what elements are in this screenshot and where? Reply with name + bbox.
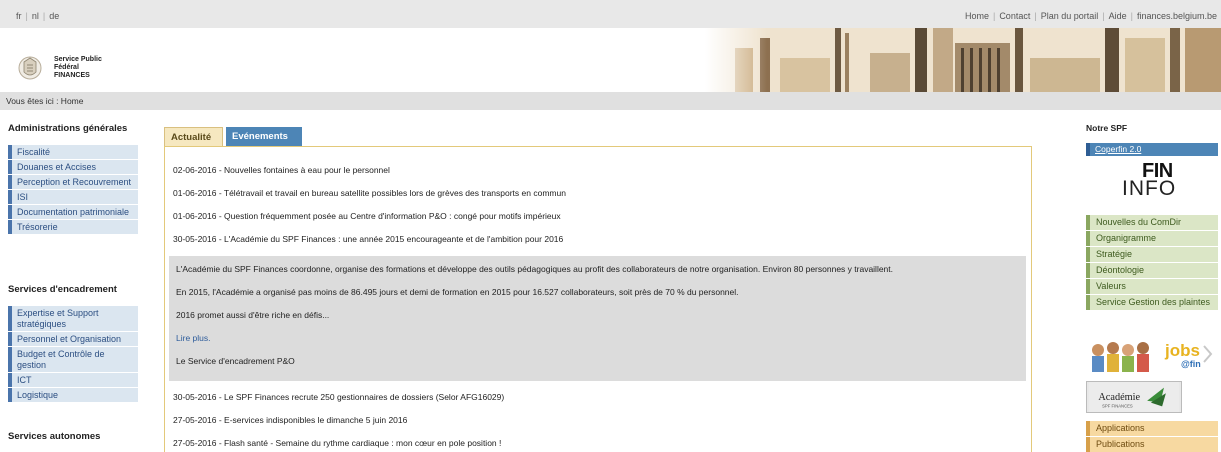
coperfin-link[interactable]: Coperfin 2.0 <box>1086 143 1218 156</box>
news-list: 02-06-2016 - Nouvelles fontaines à eau p… <box>173 165 1033 257</box>
nav-item-personnel[interactable]: Personnel et Organisation <box>8 332 138 346</box>
news-detail: L'Académie du SPF Finances coordonne, or… <box>169 256 1026 381</box>
link-organigramme[interactable]: Organigramme <box>1086 231 1218 246</box>
detail-paragraph-2: En 2015, l'Académie a organisé pas moins… <box>176 287 739 297</box>
detail-signature: Le Service d'encadrement P&O <box>176 356 295 366</box>
tab-actualite[interactable]: Actualité <box>164 127 223 146</box>
link-strategie[interactable]: Stratégie <box>1086 247 1218 262</box>
nav-item-isi[interactable]: ISI <box>8 190 138 204</box>
news-item[interactable]: 01-06-2016 - Question fréquemment posée … <box>173 211 1033 234</box>
nav-group-administrations: Fiscalité Douanes et Accises Perception … <box>8 145 138 235</box>
home-link[interactable]: Home <box>965 11 989 21</box>
nav-heading-autonomes: Services autonomes <box>8 431 101 442</box>
nav-item-tresorerie[interactable]: Trésorerie <box>8 220 138 234</box>
lang-nl[interactable]: nl <box>32 11 39 21</box>
logo-line-3: FINANCES <box>54 72 90 79</box>
link-publications[interactable]: Publications <box>1086 437 1218 452</box>
resource-links: Applications Publications <box>1086 421 1218 452</box>
nav-item-ict[interactable]: ICT <box>8 373 138 387</box>
academie-text: Académie <box>1098 392 1140 403</box>
nav-item-fiscalite[interactable]: Fiscalité <box>8 145 138 159</box>
spf-links: Nouvelles du ComDir Organigramme Stratég… <box>1086 215 1218 311</box>
logo-line-1: Service Public <box>54 56 102 63</box>
top-bar: fr | nl | de Home | Contact | Plan du portail | Ai… <box>0 0 1221 28</box>
academie-banner[interactable]: Académie SPF FINANCES <box>1086 381 1182 413</box>
lang-fr[interactable]: fr <box>16 11 22 21</box>
link-comdir[interactable]: Nouvelles du ComDir <box>1086 215 1218 230</box>
read-more-link[interactable]: Lire plus. <box>176 333 1019 356</box>
academie-sub-text: SPF FINANCES <box>1102 403 1133 408</box>
detail-paragraph-3: 2016 promet aussi d'être riche en défis.… <box>176 310 330 320</box>
nav-item-perception[interactable]: Perception et Recouvrement <box>8 175 138 189</box>
lang-de[interactable]: de <box>49 11 59 21</box>
nav-heading-administrations: Administrations générales <box>8 123 128 134</box>
news-item[interactable]: 02-06-2016 - Nouvelles fontaines à eau p… <box>173 165 1033 188</box>
jobs-text: jobs <box>1164 341 1200 360</box>
header: Service Public Fédéral FINANCES <box>0 28 1221 92</box>
top-links: Home | Contact | Plan du portail | Aide | financ… <box>964 11 1217 21</box>
help-link[interactable]: Aide <box>1109 11 1127 21</box>
link-deontologie[interactable]: Déontologie <box>1086 263 1218 278</box>
news-item[interactable]: 27-05-2016 - E-services indisponibles le… <box>173 415 1033 438</box>
header-banner-image <box>705 28 1221 92</box>
fininfo-info: INFO <box>1122 177 1177 200</box>
news-item[interactable]: 01-06-2016 - Télétravail et travail en b… <box>173 188 1033 211</box>
detail-paragraph-1: L'Académie du SPF Finances coordonne, or… <box>176 264 894 274</box>
link-plaintes[interactable]: Service Gestion des plaintes <box>1086 295 1218 310</box>
link-valeurs[interactable]: Valeurs <box>1086 279 1218 294</box>
fininfo-logo[interactable]: FIN INFO <box>1118 160 1198 206</box>
nav-item-douanes[interactable]: Douanes et Accises <box>8 160 138 174</box>
news-item[interactable]: 30-05-2016 - Le SPF Finances recrute 250… <box>173 392 1033 415</box>
language-switcher: fr | nl | de <box>16 11 60 21</box>
portal-link[interactable]: finances.belgium.be <box>1137 11 1217 21</box>
tab-evenements[interactable]: Evénements <box>226 127 302 146</box>
contact-link[interactable]: Contact <box>999 11 1030 21</box>
news-item[interactable]: 27-05-2016 - Flash santé - Semaine du ry… <box>173 438 1033 452</box>
jobs-fin-banner[interactable]: jobs @fin <box>1086 336 1213 372</box>
logo-line-2: Fédéral <box>54 64 79 71</box>
news-list-continued: 30-05-2016 - Le SPF Finances recrute 250… <box>173 392 1033 452</box>
belgian-seal-icon <box>18 56 42 80</box>
site-map-link[interactable]: Plan du portail <box>1041 11 1099 21</box>
breadcrumb: Vous êtes ici : Home <box>0 92 1221 110</box>
nav-item-expertise[interactable]: Expertise et Support stratégiques <box>8 306 138 331</box>
nav-group-encadrement: Expertise et Support stratégiques Person… <box>8 306 138 403</box>
nav-item-logistique[interactable]: Logistique <box>8 388 138 402</box>
nav-item-documentation[interactable]: Documentation patrimoniale <box>8 205 138 219</box>
nav-heading-encadrement: Services d'encadrement <box>8 284 117 295</box>
right-heading: Notre SPF <box>1086 123 1128 133</box>
nav-item-budget[interactable]: Budget et Contrôle de gestion <box>8 347 138 372</box>
link-applications[interactable]: Applications <box>1086 421 1218 436</box>
news-item[interactable]: 30-05-2016 - L'Académie du SPF Finances … <box>173 234 1033 257</box>
logo[interactable]: Service Public Fédéral FINANCES <box>8 47 126 89</box>
jobs-sub-text: @fin <box>1181 359 1201 369</box>
